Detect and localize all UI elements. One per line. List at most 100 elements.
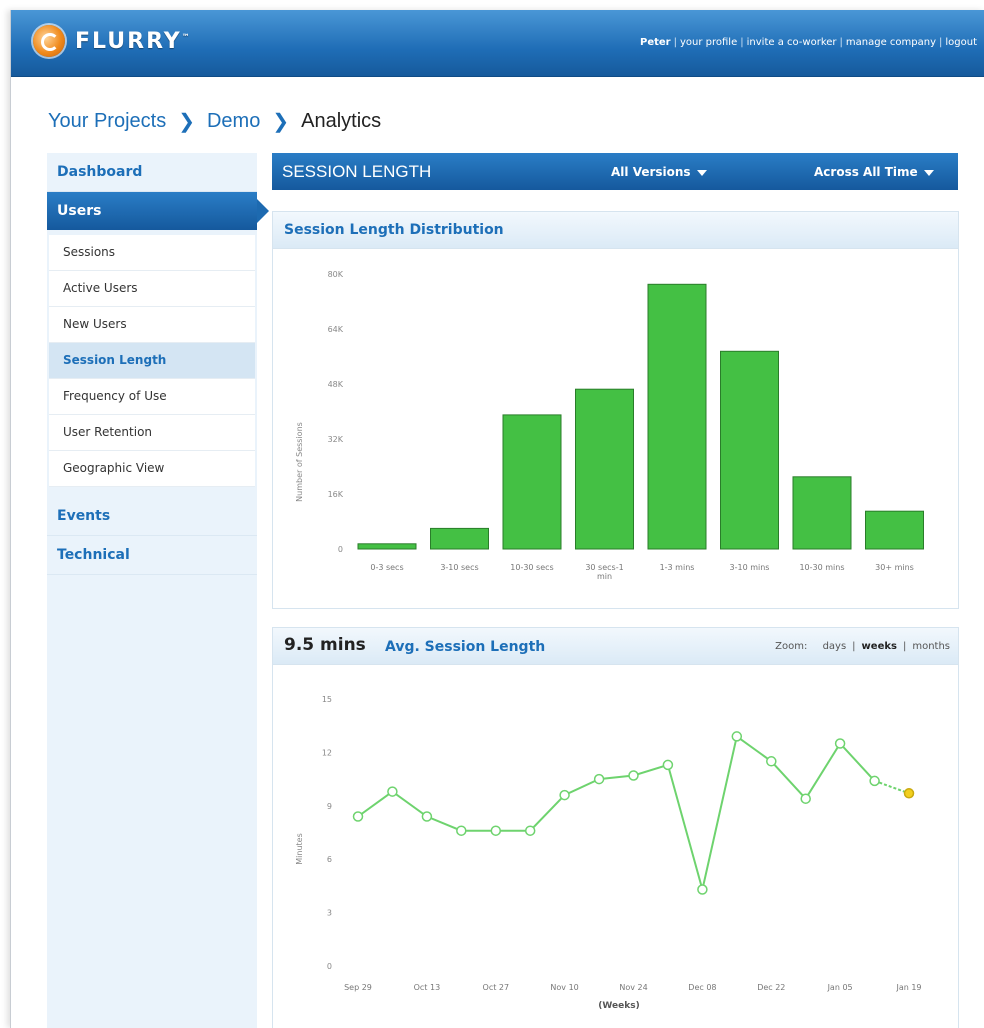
bar-y-tick-label: 48K [328, 380, 344, 389]
data-point[interactable] [456, 825, 467, 836]
link-separator: | [939, 37, 943, 48]
zoom-months-link[interactable]: months [912, 641, 950, 652]
avg-session-line-chart: Minutes (Weeks) 0 3 6 9 12 15 Sep 29 Oct 13 Oct… [295, 695, 922, 1011]
data-point[interactable] [421, 811, 433, 822]
bar-x-tick-label: 30 secs-1 min [585, 563, 623, 581]
subnav-item-new-users[interactable]: New Users [49, 307, 255, 343]
line-x-tick-label: Dec 22 [757, 983, 785, 992]
bar[interactable] [357, 543, 417, 550]
subnav-item-sessions[interactable]: Sessions [49, 235, 255, 271]
sidebar-item-technical[interactable]: Technical [47, 536, 257, 575]
bar-x-tick-label: 3-10 mins [730, 563, 770, 572]
caret-down-icon [923, 169, 934, 176]
link-separator: | [673, 37, 677, 48]
line-chart-x-axis-label: (Weeks) [598, 1001, 639, 1011]
line-x-tick-label: Dec 08 [688, 983, 716, 992]
bar-x-tick-label: 3-10 secs [440, 563, 478, 572]
flurry-logo-icon [33, 25, 65, 57]
bar-x-tick-label: 1-3 mins [660, 563, 695, 572]
bar-y-tick-label: 0 [338, 545, 343, 554]
line-y-tick-label: 12 [322, 748, 332, 757]
data-point[interactable] [628, 770, 639, 781]
logo-text: FLURRY™ [75, 28, 192, 54]
flurry-logo[interactable]: FLURRY™ [33, 25, 192, 57]
projected-segment [874, 779, 910, 795]
bar[interactable] [720, 350, 779, 550]
your-profile-link[interactable]: your profile [680, 37, 737, 48]
line-y-tick-label: 15 [322, 695, 332, 704]
link-separator: | [839, 37, 843, 48]
bar-x-tick-label: 10-30 secs [510, 563, 553, 572]
account-links: Peter | your profile | invite a co-worker | ma… [640, 37, 977, 48]
data-point[interactable] [697, 884, 708, 895]
bar[interactable] [502, 414, 562, 550]
session-length-bar-chart: Number of Sessions 0 16K 32K 48K 64K 80K 0-3 … [295, 270, 924, 581]
line-x-tick-label: Jan 19 [895, 983, 921, 992]
invite-coworker-link[interactable]: invite a co-worker [747, 37, 837, 48]
subnav-item-frequency-of-use[interactable]: Frequency of Use [49, 379, 255, 415]
manage-company-link[interactable]: manage company [846, 37, 936, 48]
data-point[interactable] [490, 825, 502, 836]
data-point[interactable] [352, 811, 364, 822]
zoom-days-link[interactable]: days [823, 641, 847, 652]
subnav-item-active-users[interactable]: Active Users [49, 271, 255, 307]
breadcrumb-current: Analytics [301, 110, 382, 132]
line-y-tick-label: 0 [327, 962, 332, 971]
sidebar-item-users[interactable]: Users [47, 192, 269, 230]
avg-session-panel-header: 9.5 mins Avg. Session Length Zoom: days |… [273, 628, 958, 665]
avg-session-panel-title: Avg. Session Length [385, 639, 546, 655]
data-point[interactable] [903, 788, 915, 799]
section-title: SESSION LENGTH [282, 162, 432, 181]
line-x-tick-label: Nov 24 [619, 983, 647, 992]
distribution-panel: Session Length Distribution Number of Se… [272, 211, 959, 609]
top-bar: FLURRY™ Peter | your profile | invite a co-w… [11, 10, 984, 77]
data-point[interactable] [731, 731, 743, 742]
data-point[interactable] [766, 756, 777, 767]
app-frame: FLURRY™ Peter | your profile | invite a co-w… [10, 10, 984, 1028]
data-point[interactable] [524, 825, 536, 836]
avg-session-panel: 9.5 mins Avg. Session Length Zoom: days |… [272, 627, 959, 1028]
logout-link[interactable]: logout [945, 37, 977, 48]
line-y-tick-label: 6 [327, 855, 332, 864]
breadcrumb-chevron-icon: ❯ [272, 111, 290, 133]
breadcrumb-demo[interactable]: Demo [207, 110, 260, 133]
subnav-item-session-length[interactable]: Session Length [49, 343, 255, 379]
line-chart-y-axis-label: Minutes [295, 833, 304, 865]
caret-down-icon [696, 169, 707, 176]
username-link[interactable]: Peter [640, 37, 671, 48]
data-point[interactable] [593, 773, 605, 785]
bar[interactable] [430, 527, 489, 550]
data-point[interactable] [834, 738, 846, 749]
zoom-label: Zoom: [775, 641, 808, 652]
section-header: SESSION LENGTH All Versions Across All T… [272, 153, 958, 190]
bar[interactable] [647, 283, 707, 550]
bar[interactable] [575, 388, 634, 550]
zoom-weeks-link[interactable]: weeks [862, 641, 897, 652]
link-separator: | [740, 37, 744, 48]
data-point[interactable] [559, 789, 570, 801]
versions-dropdown[interactable]: All Versions [611, 165, 707, 179]
time-range-dropdown[interactable]: Across All Time [814, 165, 934, 179]
data-point[interactable] [800, 793, 811, 804]
users-subnav: Sessions Active Users New Users Session … [49, 235, 255, 487]
breadcrumb-your-projects[interactable]: Your Projects [48, 110, 166, 133]
subnav-item-user-retention[interactable]: User Retention [49, 415, 255, 451]
versions-dropdown-label: All Versions [611, 165, 691, 179]
series-line [357, 734, 876, 890]
bar[interactable] [865, 510, 924, 550]
subnav-item-geographic-view[interactable]: Geographic View [49, 451, 255, 487]
bar-x-tick-label: 30+ mins [875, 563, 914, 572]
bar-y-tick-label: 32K [328, 435, 344, 444]
sidebar-item-dashboard[interactable]: Dashboard [47, 153, 257, 192]
breadcrumb: Your Projects ❯ Demo ❯ Analytics [48, 109, 381, 134]
sidebar-item-events[interactable]: Events [47, 497, 257, 536]
time-range-dropdown-label: Across All Time [814, 165, 918, 179]
bar[interactable] [792, 476, 852, 550]
line-y-tick-label: 9 [327, 802, 332, 811]
bar-y-tick-label: 16K [328, 490, 344, 499]
data-point[interactable] [662, 759, 674, 771]
line-x-tick-label: Sep 29 [344, 983, 372, 992]
distribution-panel-title: Session Length Distribution [284, 222, 504, 238]
data-point[interactable] [869, 775, 880, 787]
data-point[interactable] [387, 786, 398, 797]
